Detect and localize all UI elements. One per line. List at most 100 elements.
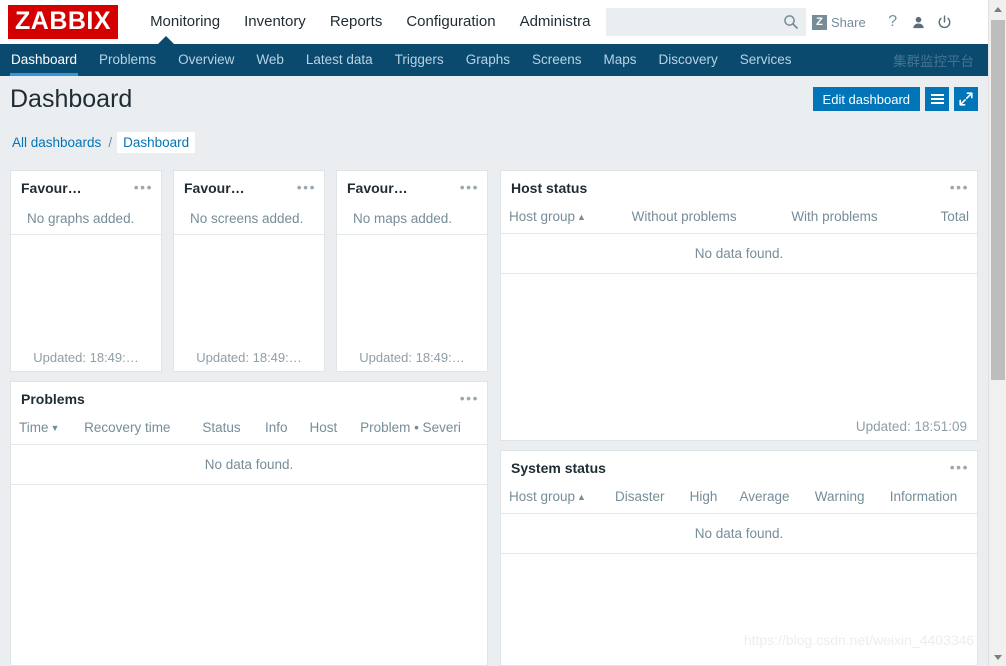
widget-menu-icon[interactable]: ••• (134, 180, 153, 194)
widget-menu-icon[interactable]: ••• (460, 180, 479, 194)
share-label: Share (831, 14, 866, 30)
column-status[interactable]: Status (194, 416, 258, 445)
empty-message: No maps added. (337, 205, 487, 235)
subnav-screens[interactable]: Screens (521, 44, 593, 76)
help-button[interactable]: ? (880, 9, 906, 35)
column-host-group[interactable]: Host group ▲ (501, 485, 607, 514)
page-header: Dashboard Edit dashboard (0, 76, 988, 124)
edit-dashboard-button[interactable]: Edit dashboard (812, 87, 920, 111)
hamburger-icon (930, 92, 944, 106)
zabbix-logo[interactable]: ZABBIX (8, 5, 119, 39)
widget-menu-icon[interactable]: ••• (950, 180, 969, 194)
table-header: Host group ▲ Disaster High Average Warnin… (501, 485, 977, 514)
problems-table: Time ▼ Recovery time Status Info Host Pro… (11, 416, 487, 485)
widget-favourite-screens[interactable]: Favour… ••• No screens added. Updated: 1… (173, 170, 325, 372)
column-without-problems[interactable]: Without problems (623, 205, 784, 234)
widget-updated-time: Updated: 18:49:… (196, 350, 302, 365)
share-button[interactable]: Z Share (812, 14, 866, 30)
subnav-problems[interactable]: Problems (88, 44, 167, 76)
subnav-discovery[interactable]: Discovery (648, 44, 729, 76)
subnav-web[interactable]: Web (245, 44, 295, 76)
expand-arrows-icon (959, 92, 973, 106)
widget-favourite-maps[interactable]: Favour… ••• No maps added. Updated: 18:4… (336, 170, 488, 372)
host-status-table: Host group ▲ Without problems With proble… (501, 205, 977, 274)
subnav-triggers[interactable]: Triggers (384, 44, 455, 76)
sort-asc-icon: ▲ (577, 492, 586, 502)
chevron-up-icon (994, 6, 1002, 12)
widget-header: Host status ••• (501, 171, 977, 205)
header-actions: Z Share ? (812, 0, 958, 44)
scrollbar-thumb[interactable] (991, 20, 1005, 380)
widget-menu-icon[interactable]: ••• (950, 460, 969, 474)
search-input[interactable] (606, 8, 806, 36)
table-row: No data found. (501, 233, 977, 274)
user-profile-button[interactable] (906, 9, 932, 35)
platform-brand-label: 集群监控平台 (893, 54, 974, 69)
chevron-down-icon (994, 654, 1002, 660)
widget-header: Favour… ••• (337, 171, 487, 205)
breadcrumb-current-dashboard[interactable]: Dashboard (117, 132, 196, 153)
breadcrumb-bar: All dashboards / Dashboard (0, 124, 988, 166)
widget-title: Favour… (347, 180, 408, 196)
column-host-group[interactable]: Host group ▲ (501, 205, 624, 234)
page-scrollbar[interactable] (988, 0, 1006, 666)
fullscreen-button[interactable] (954, 87, 978, 111)
column-information: Information (881, 485, 977, 514)
widget-header: Favour… ••• (11, 171, 161, 205)
nav-monitoring[interactable]: Monitoring (138, 0, 232, 44)
column-warning: Warning (806, 485, 882, 514)
zabbix-share-icon: Z (812, 14, 827, 30)
widget-header: Problems ••• (11, 382, 487, 416)
subnav-overview[interactable]: Overview (167, 44, 245, 76)
widget-menu-icon[interactable]: ••• (460, 391, 479, 405)
sign-out-button[interactable] (932, 9, 958, 35)
subnav-services[interactable]: Services (729, 44, 803, 76)
subnav-latest-data[interactable]: Latest data (295, 44, 384, 76)
breadcrumb-all-dashboards[interactable]: All dashboards (10, 132, 103, 153)
nav-administration[interactable]: Administra (508, 0, 603, 44)
dashboard-menu-button[interactable] (925, 87, 949, 111)
page-header-actions: Edit dashboard (812, 87, 978, 111)
empty-message: No screens added. (174, 205, 324, 235)
table-header-row: Host group ▲ Without problems With proble… (501, 205, 977, 234)
main-navigation: Monitoring Inventory Reports Configurati… (138, 0, 602, 44)
scroll-up-button[interactable] (989, 0, 1006, 18)
subnav-dashboard[interactable]: Dashboard (0, 44, 88, 76)
nav-reports[interactable]: Reports (318, 0, 395, 44)
column-info: Info (257, 416, 302, 445)
widget-updated-time: Updated: 18:49:… (33, 350, 139, 365)
widget-title: Favour… (21, 180, 82, 196)
column-label: Time (19, 420, 49, 435)
widget-problems[interactable]: Problems ••• Time▼ Recovery time Status (10, 381, 488, 666)
table-clip: Time ▼ Recovery time Status Info Host Pro… (11, 416, 487, 485)
widget-body: Host group ▲ Without problems With proble… (501, 205, 977, 440)
column-problem-severity[interactable]: Problem • Severi (352, 416, 487, 445)
column-recovery-time[interactable]: Recovery time (76, 416, 195, 445)
column-host[interactable]: Host (301, 416, 353, 445)
widget-favourite-graphs[interactable]: Favour… ••• No graphs added. Updated: 18… (10, 170, 162, 372)
nav-inventory[interactable]: Inventory (232, 0, 318, 44)
dashboard-grid: Favour… ••• No graphs added. Updated: 18… (0, 166, 988, 666)
column-total[interactable]: Total (918, 205, 977, 234)
scroll-down-button[interactable] (989, 648, 1006, 666)
sort-asc-icon: ▲ (577, 212, 586, 222)
column-time[interactable]: Time ▼ (11, 416, 77, 445)
widget-system-status[interactable]: System status ••• Host group ▲ Disaster H… (500, 450, 978, 666)
widget-menu-icon[interactable]: ••• (297, 180, 316, 194)
user-icon (913, 16, 924, 28)
widget-title: Problems (21, 391, 85, 407)
widget-header: System status ••• (501, 451, 977, 485)
table-header-row: Host group ▲ Disaster High Average Warnin… (501, 485, 977, 514)
widget-title: Favour… (184, 180, 245, 196)
widget-body: No screens added. Updated: 18:49:… (174, 205, 324, 371)
nav-configuration[interactable]: Configuration (394, 0, 507, 44)
column-with-problems[interactable]: With problems (783, 205, 919, 234)
sort-desc-icon: ▼ (50, 423, 60, 433)
subnav-maps[interactable]: Maps (593, 44, 648, 76)
widget-host-status[interactable]: Host status ••• Host group ▲ Without prob… (500, 170, 978, 441)
no-data-message: No data found. (11, 444, 487, 485)
subnav-graphs[interactable]: Graphs (455, 44, 521, 76)
table-body: No data found. (501, 233, 977, 274)
power-icon (938, 14, 951, 28)
column-label: Host group (509, 209, 576, 224)
